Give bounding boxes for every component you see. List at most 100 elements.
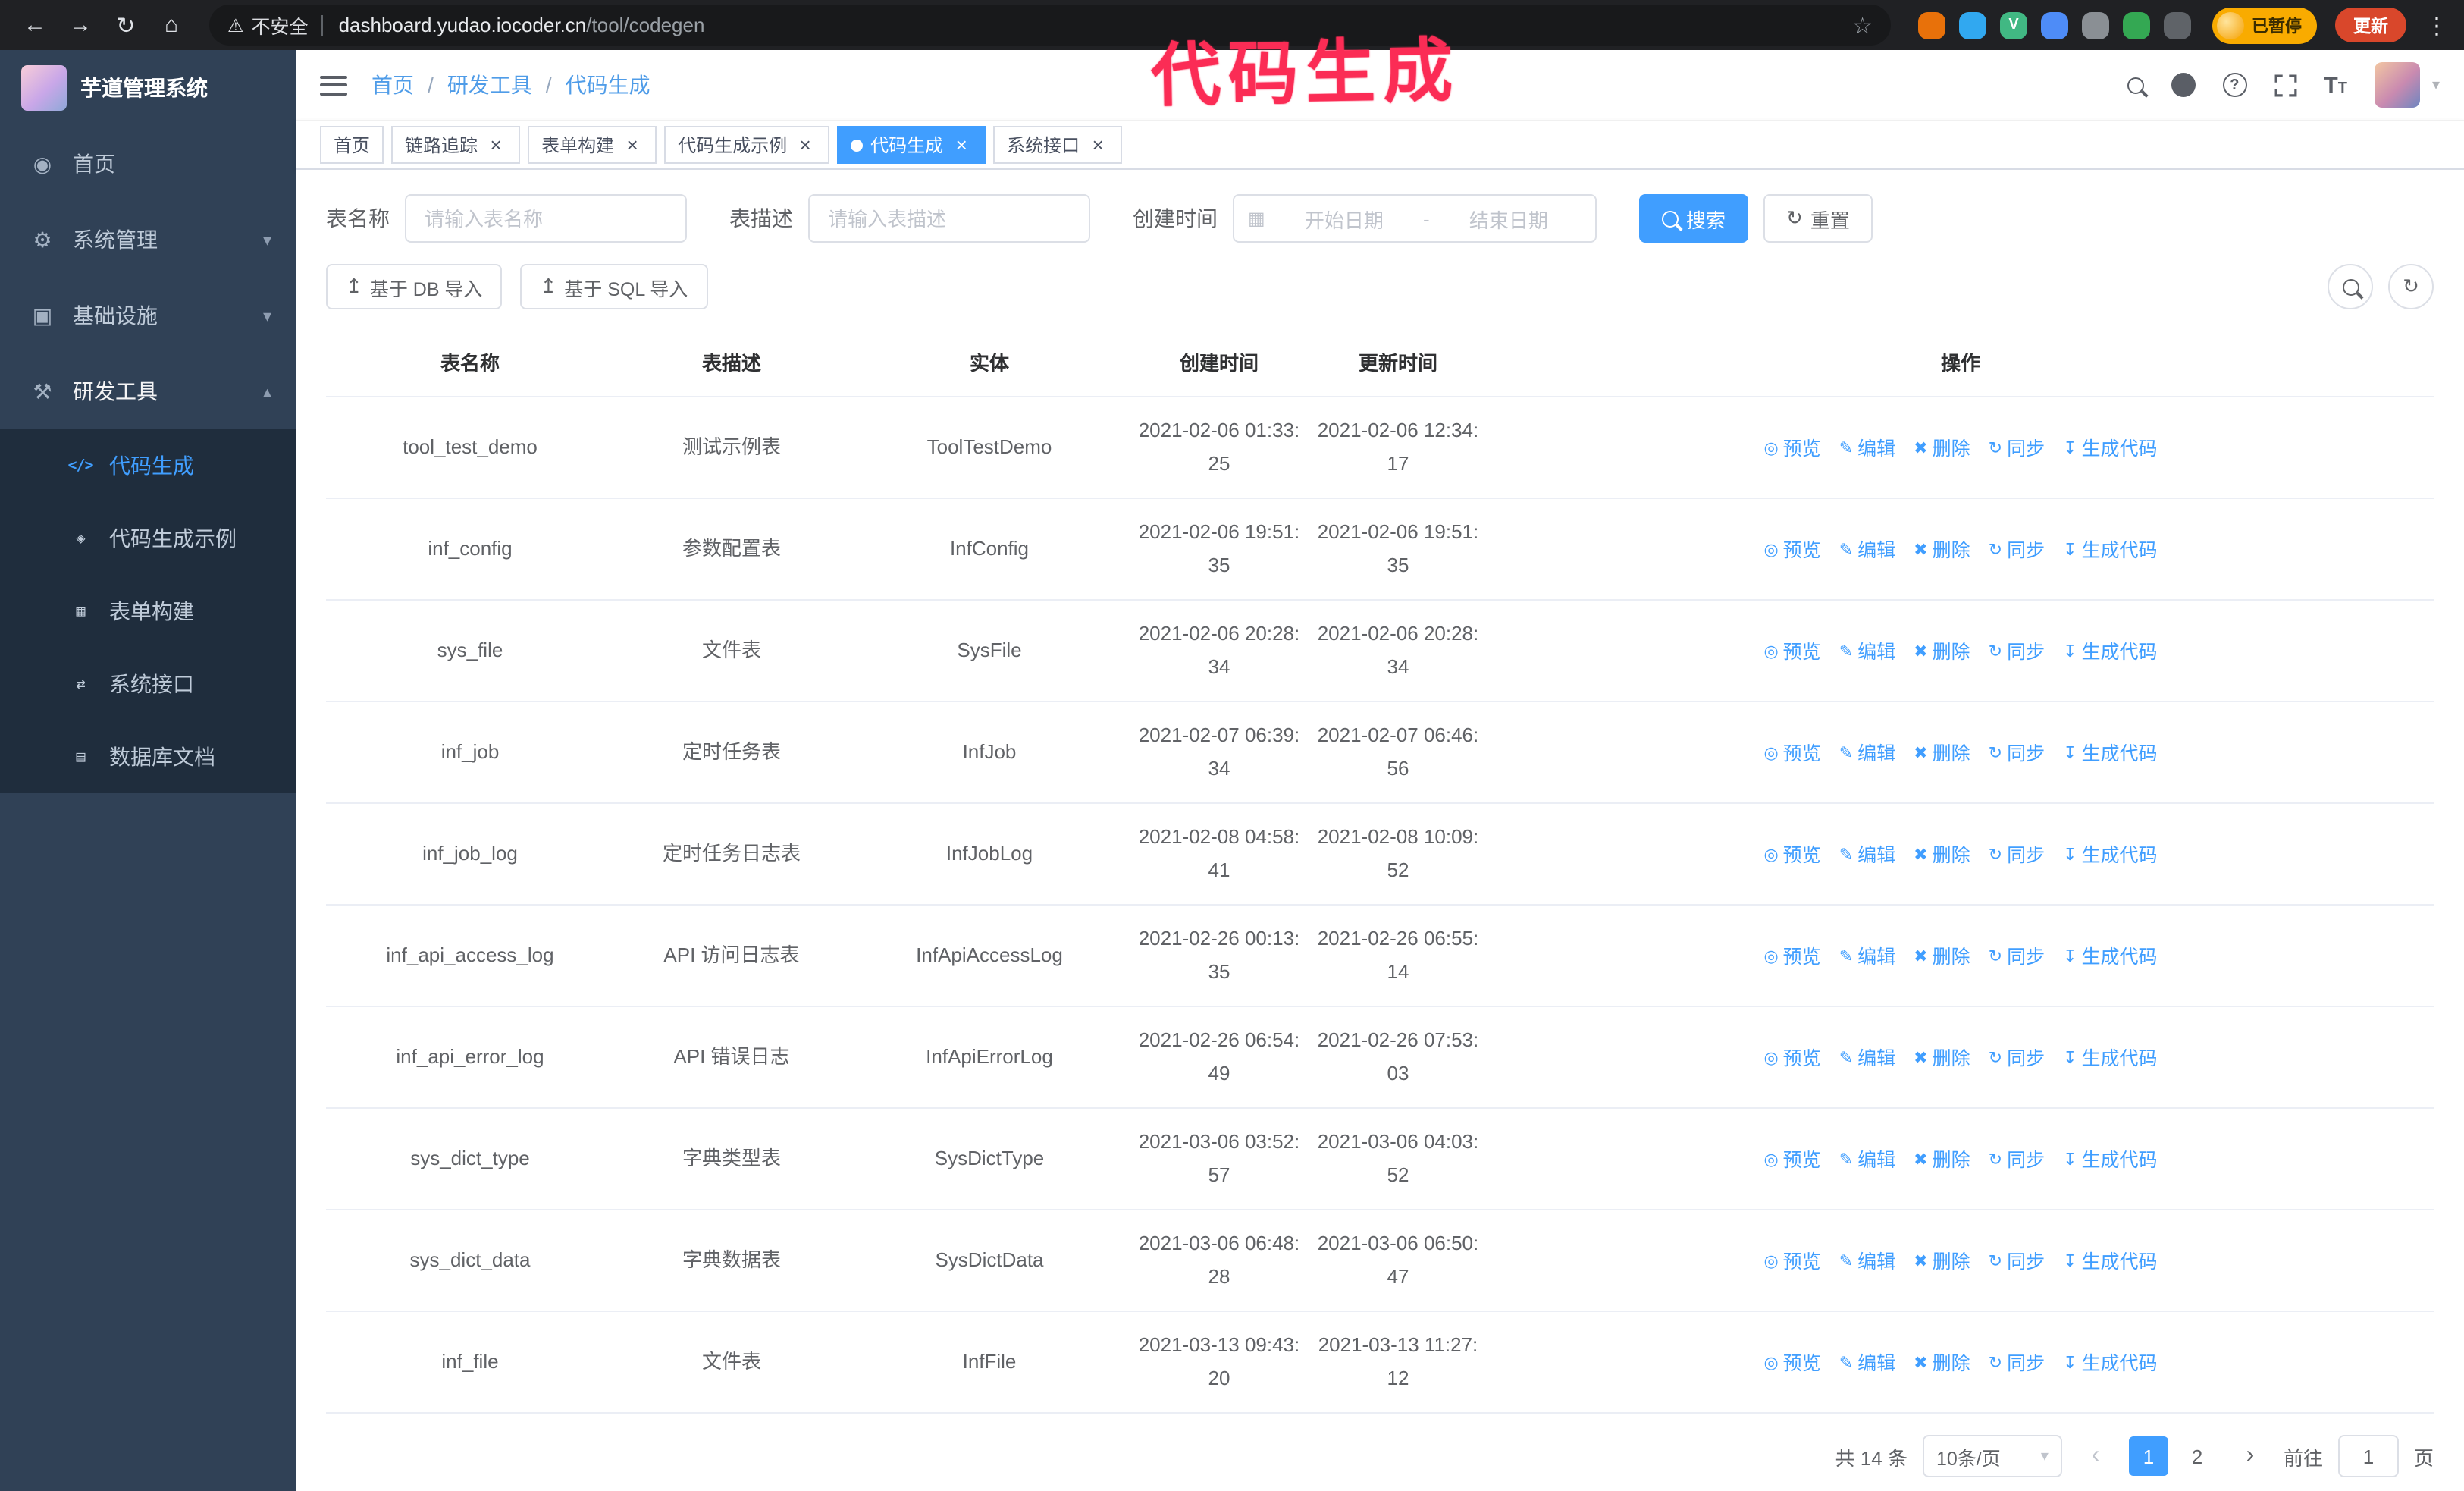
breadcrumb-item[interactable]: 首页 — [371, 70, 414, 100]
table-action-link[interactable]: ↻ 同步 — [1989, 838, 2045, 871]
breadcrumb-item[interactable]: 代码生成 — [532, 70, 650, 100]
address-bar[interactable]: ⚠ 不安全 dashboard.yudao.iocoder.cn/tool/co… — [209, 5, 1891, 46]
table-action-link[interactable]: ↻ 同步 — [1989, 1245, 2045, 1278]
table-action-link[interactable]: ✖ 删除 — [1914, 1245, 1970, 1278]
sidebar-item[interactable]: ⚒ 研发工具 ▴ — [0, 353, 296, 429]
reset-button[interactable]: ↻ 重置 — [1763, 194, 1873, 243]
table-action-link[interactable]: ↻ 同步 — [1989, 736, 2045, 770]
sidebar-item[interactable]: ⚙ 系统管理 ▾ — [0, 202, 296, 278]
help-icon[interactable]: ? — [2222, 73, 2247, 97]
close-icon[interactable]: × — [951, 134, 972, 155]
sidebar-sub-item[interactable]: ▤ 数据库文档 — [0, 720, 296, 793]
puzzle-extension-icon[interactable] — [2164, 11, 2191, 39]
sidebar-sub-item[interactable]: ⇄ 系统接口 — [0, 648, 296, 720]
import-db-button[interactable]: ↥ 基于 DB 导入 — [326, 264, 503, 309]
table-action-link[interactable]: ↻ 同步 — [1989, 1143, 2045, 1176]
table-name-input[interactable] — [405, 194, 687, 243]
create-time-range-picker[interactable]: ▦ 开始日期 - 结束日期 — [1233, 194, 1597, 243]
search-button[interactable]: 搜索 — [1639, 194, 1749, 243]
table-action-link[interactable]: ✖ 删除 — [1914, 533, 1970, 567]
avatar-caret-icon[interactable]: ▾ — [2432, 77, 2440, 93]
table-action-link[interactable]: ↻ 同步 — [1989, 1041, 2045, 1075]
table-action-link[interactable]: ↧ 生成代码 — [2063, 432, 2157, 465]
toggle-search-button[interactable] — [2328, 264, 2373, 309]
url-text[interactable]: dashboard.yudao.iocoder.cn/tool/codegen — [339, 14, 1841, 36]
bookmark-star-icon[interactable]: ☆ — [1852, 11, 1873, 39]
font-size-icon[interactable]: TT — [2324, 74, 2347, 96]
table-action-link[interactable]: ↧ 生成代码 — [2063, 635, 2157, 668]
orange-extension-icon[interactable] — [1918, 11, 1945, 39]
table-action-link[interactable]: ↻ 同步 — [1989, 940, 2045, 973]
search-icon[interactable] — [2127, 77, 2144, 93]
table-action-link[interactable]: ✖ 删除 — [1914, 940, 1970, 973]
tab[interactable]: 代码生成 × — [837, 126, 986, 164]
table-action-link[interactable]: ◎ 预览 — [1763, 635, 1820, 668]
hamburger-menu-icon[interactable] — [320, 75, 347, 95]
table-action-link[interactable]: ↻ 同步 — [1989, 432, 2045, 465]
table-action-link[interactable]: ◎ 预览 — [1763, 1143, 1820, 1176]
back-button[interactable]: ← — [15, 5, 55, 45]
table-action-link[interactable]: ↧ 生成代码 — [2063, 1245, 2157, 1278]
table-action-link[interactable]: ↧ 生成代码 — [2063, 940, 2157, 973]
table-action-link[interactable]: ✖ 删除 — [1914, 1041, 1970, 1075]
tab[interactable]: 表单构建 × — [528, 126, 657, 164]
import-sql-button[interactable]: ↥ 基于 SQL 导入 — [520, 264, 708, 309]
page-number[interactable]: 2 — [2177, 1436, 2217, 1476]
table-action-link[interactable]: ✎ 编辑 — [1839, 432, 1895, 465]
table-action-link[interactable]: ◎ 预览 — [1763, 1346, 1820, 1380]
table-action-link[interactable]: ✖ 删除 — [1914, 432, 1970, 465]
tab[interactable]: 首页 × — [320, 126, 384, 164]
breadcrumb-item[interactable]: 研发工具 — [414, 70, 532, 100]
table-action-link[interactable]: ◎ 预览 — [1763, 838, 1820, 871]
table-action-link[interactable]: ◎ 预览 — [1763, 940, 1820, 973]
user-avatar[interactable] — [2374, 62, 2420, 108]
reload-button[interactable]: ↻ — [106, 5, 146, 45]
table-action-link[interactable]: ◎ 预览 — [1763, 1041, 1820, 1075]
table-action-link[interactable]: ✖ 删除 — [1914, 1346, 1970, 1380]
browser-update-button[interactable]: 更新 — [2335, 8, 2406, 42]
table-action-link[interactable]: ✎ 编辑 — [1839, 635, 1895, 668]
table-action-link[interactable]: ◎ 预览 — [1763, 432, 1820, 465]
table-action-link[interactable]: ◎ 预览 — [1763, 533, 1820, 567]
sidebar-item[interactable]: ▣ 基础设施 ▾ — [0, 278, 296, 353]
table-action-link[interactable]: ↻ 同步 — [1989, 635, 2045, 668]
browser-home-button[interactable]: ⌂ — [152, 5, 191, 45]
table-action-link[interactable]: ↧ 生成代码 — [2063, 736, 2157, 770]
table-action-link[interactable]: ↧ 生成代码 — [2063, 1346, 2157, 1380]
table-action-link[interactable]: ↻ 同步 — [1989, 1346, 2045, 1380]
close-icon[interactable]: × — [622, 134, 643, 155]
table-action-link[interactable]: ✖ 删除 — [1914, 635, 1970, 668]
refresh-table-button[interactable]: ↻ — [2388, 264, 2434, 309]
close-icon[interactable]: × — [485, 134, 506, 155]
sidebar-sub-item[interactable]: ◈ 代码生成示例 — [0, 502, 296, 575]
fullscreen-icon[interactable] — [2274, 74, 2296, 96]
goto-page-input[interactable] — [2337, 1435, 2399, 1477]
vue-devtools-extension-icon[interactable]: V — [2000, 11, 2027, 39]
security-label[interactable]: 不安全 — [252, 11, 309, 39]
table-action-link[interactable]: ✎ 编辑 — [1839, 1143, 1895, 1176]
profile-paused-badge[interactable]: 已暂停 — [2212, 7, 2317, 43]
next-page-button[interactable]: › — [2232, 1435, 2268, 1477]
close-icon[interactable]: × — [1087, 134, 1108, 155]
forward-button[interactable]: → — [61, 5, 100, 45]
table-action-link[interactable]: ✎ 编辑 — [1839, 1346, 1895, 1380]
gray-extension-icon[interactable] — [2082, 11, 2109, 39]
table-action-link[interactable]: ↻ 同步 — [1989, 533, 2045, 567]
table-action-link[interactable]: ✖ 删除 — [1914, 736, 1970, 770]
table-action-link[interactable]: ↧ 生成代码 — [2063, 838, 2157, 871]
tab[interactable]: 链路追踪 × — [391, 126, 521, 164]
table-action-link[interactable]: ✎ 编辑 — [1839, 1041, 1895, 1075]
page-number[interactable]: 1 — [2128, 1436, 2168, 1476]
sidebar-sub-item[interactable]: </> 代码生成 — [0, 429, 296, 502]
table-action-link[interactable]: ✎ 编辑 — [1839, 736, 1895, 770]
blue-drop-extension-icon[interactable] — [1959, 11, 1986, 39]
table-action-link[interactable]: ✎ 编辑 — [1839, 940, 1895, 973]
sidebar-sub-item[interactable]: ▦ 表单构建 — [0, 575, 296, 648]
close-icon[interactable]: × — [795, 134, 816, 155]
table-action-link[interactable]: ◎ 预览 — [1763, 736, 1820, 770]
github-icon[interactable] — [2171, 73, 2196, 97]
table-action-link[interactable]: ↧ 生成代码 — [2063, 1041, 2157, 1075]
table-action-link[interactable]: ✖ 删除 — [1914, 838, 1970, 871]
sidebar-item[interactable]: ◉ 首页 — [0, 126, 296, 202]
page-size-select[interactable]: 10条/页 ▾ — [1922, 1435, 2062, 1477]
